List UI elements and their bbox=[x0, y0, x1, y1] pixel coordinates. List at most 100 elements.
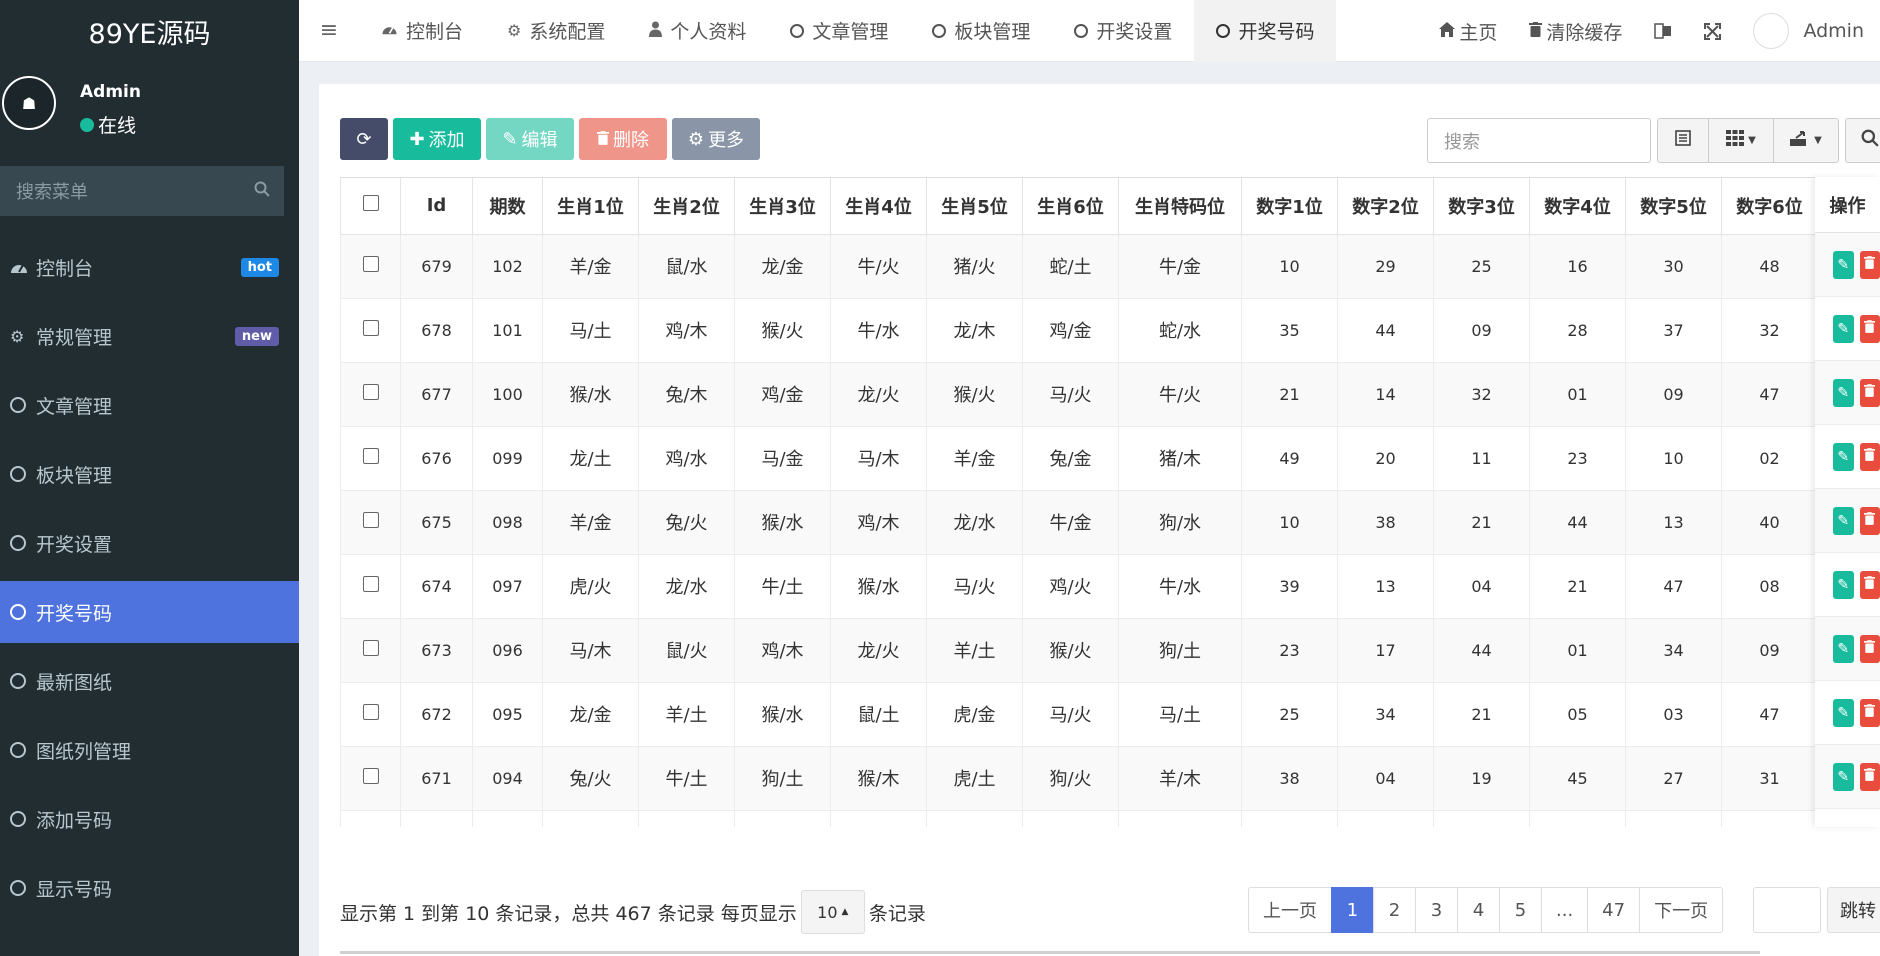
column-header[interactable]: 数字3位 bbox=[1433, 178, 1530, 235]
sidebar-search-input[interactable]: 搜索菜单 bbox=[0, 166, 284, 216]
row-delete-button[interactable] bbox=[1859, 314, 1880, 343]
row-checkbox[interactable] bbox=[362, 575, 379, 592]
page-button[interactable]: 3 bbox=[1415, 887, 1458, 933]
page-size-select[interactable]: 10 ▲ bbox=[800, 890, 865, 934]
column-header[interactable]: 数字6位 bbox=[1721, 178, 1818, 235]
columns-dropdown-button[interactable]: ▼ bbox=[1708, 118, 1774, 163]
row-delete-button[interactable] bbox=[1859, 762, 1880, 791]
row-delete-button[interactable] bbox=[1859, 698, 1880, 727]
page-button[interactable]: 5 bbox=[1499, 887, 1542, 933]
column-header[interactable]: 生肖特码位 bbox=[1118, 178, 1242, 235]
sidebar-item-dashboard[interactable]: 控制台 hot bbox=[0, 236, 299, 298]
row-checkbox[interactable] bbox=[362, 511, 379, 528]
add-button[interactable]: ✚ 添加 bbox=[393, 118, 481, 160]
row-checkbox[interactable] bbox=[362, 447, 379, 464]
table-row[interactable]: 676 099 龙/土 鸡/水 马/金 马/木 羊/金 兔/金 猪/木 49 20 11 23 10 02 bbox=[340, 425, 1818, 491]
row-edit-button[interactable]: ✎ bbox=[1833, 378, 1854, 407]
row-delete-button[interactable] bbox=[1859, 570, 1880, 599]
row-edit-button[interactable]: ✎ bbox=[1833, 250, 1854, 279]
row-select-cell[interactable] bbox=[340, 617, 401, 683]
row-checkbox[interactable] bbox=[362, 319, 379, 336]
column-header[interactable]: Id bbox=[400, 178, 473, 235]
row-delete-button[interactable] bbox=[1859, 378, 1880, 407]
sidebar-item-latest-drawings[interactable]: 最新图纸 bbox=[0, 650, 299, 712]
sidebar-item-sections[interactable]: 板块管理 bbox=[0, 443, 299, 505]
row-checkbox[interactable] bbox=[362, 255, 379, 272]
advanced-search-button[interactable] bbox=[1845, 118, 1880, 163]
sidebar-item-drawing-columns[interactable]: 图纸列管理 bbox=[0, 719, 299, 781]
column-header[interactable]: 数字5位 bbox=[1625, 178, 1722, 235]
data-table-wrapper[interactable]: Id 期数 生肖1位 生肖2位 生肖3位 生肖4位 生肖5位 生肖6位 生肖特码… bbox=[340, 177, 1880, 827]
column-header[interactable]: 期数 bbox=[472, 178, 543, 235]
column-header[interactable]: 数字1位 bbox=[1241, 178, 1338, 235]
user-menu[interactable]: Admin bbox=[1737, 13, 1880, 49]
export-dropdown-button[interactable]: ▼ bbox=[1773, 118, 1839, 163]
table-search-input[interactable]: 搜索 bbox=[1427, 118, 1651, 163]
edit-button[interactable]: ✎ 编辑 bbox=[486, 118, 574, 160]
next-page-button[interactable]: 下一页 bbox=[1639, 887, 1724, 933]
row-edit-button[interactable]: ✎ bbox=[1833, 442, 1854, 471]
row-select-cell[interactable] bbox=[340, 233, 401, 299]
row-checkbox[interactable] bbox=[362, 767, 379, 784]
table-row[interactable]: 679 102 羊/金 鼠/水 龙/金 牛/火 猪/火 蛇/土 牛/金 10 29 25 16 30 48 bbox=[340, 233, 1818, 299]
row-edit-button[interactable]: ✎ bbox=[1833, 762, 1854, 791]
sidebar-item-show-numbers[interactable]: 显示号码 bbox=[0, 857, 299, 919]
sidebar-item-articles[interactable]: 文章管理 bbox=[0, 374, 299, 436]
more-button[interactable]: ⚙ 更多 bbox=[672, 118, 760, 160]
row-checkbox[interactable] bbox=[362, 383, 379, 400]
fullscreen-icon[interactable] bbox=[1688, 22, 1737, 40]
row-edit-button[interactable]: ✎ bbox=[1833, 506, 1854, 535]
refresh-button[interactable]: ⟳ bbox=[340, 118, 388, 160]
table-row[interactable]: 673 096 马/木 鼠/火 鸡/木 龙/火 羊/土 猴/火 狗/土 23 17 44 01 34 09 bbox=[340, 617, 1818, 683]
row-edit-button[interactable]: ✎ bbox=[1833, 314, 1854, 343]
row-select-cell[interactable] bbox=[340, 681, 401, 747]
tab-sections[interactable]: 板块管理 bbox=[910, 0, 1052, 62]
table-row[interactable]: 677 100 猴/水 兔/木 鸡/金 龙/火 猴/火 马/火 牛/火 21 14 32 01 09 47 bbox=[340, 361, 1818, 427]
row-delete-button[interactable] bbox=[1859, 442, 1880, 471]
sidebar-item-draw-settings[interactable]: 开奖设置 bbox=[0, 512, 299, 574]
language-toggle-icon[interactable] bbox=[1638, 23, 1688, 39]
delete-button[interactable]: 删除 bbox=[579, 118, 667, 160]
row-select-cell[interactable] bbox=[340, 297, 401, 363]
column-header[interactable]: 生肖4位 bbox=[830, 178, 927, 235]
row-select-cell[interactable] bbox=[340, 361, 401, 427]
select-all-checkbox[interactable] bbox=[362, 195, 379, 212]
clear-cache-button[interactable]: 清除缓存 bbox=[1513, 18, 1638, 45]
page-button[interactable]: 2 bbox=[1373, 887, 1416, 933]
table-row[interactable]: 671 094 兔/火 牛/土 狗/土 猴/木 虎/土 狗/火 羊/木 38 04 19 45 27 31 bbox=[340, 745, 1818, 811]
tab-draw-settings[interactable]: 开奖设置 bbox=[1052, 0, 1194, 62]
tab-draw-numbers[interactable]: 开奖号码 bbox=[1194, 0, 1337, 62]
column-header[interactable]: 生肖1位 bbox=[542, 178, 639, 235]
sidebar-item-add-number[interactable]: 添加号码 bbox=[0, 788, 299, 850]
tab-articles[interactable]: 文章管理 bbox=[768, 0, 910, 62]
tab-dashboard[interactable]: 控制台 bbox=[359, 0, 485, 62]
page-button[interactable]: 47 bbox=[1587, 887, 1641, 933]
column-header[interactable]: 数字4位 bbox=[1529, 178, 1626, 235]
prev-page-button[interactable]: 上一页 bbox=[1248, 887, 1332, 933]
row-edit-button[interactable]: ✎ bbox=[1833, 698, 1854, 727]
hamburger-menu-icon[interactable]: ≡ bbox=[299, 18, 359, 43]
toggle-view-button[interactable] bbox=[1657, 118, 1709, 163]
page-jump-input[interactable] bbox=[1753, 887, 1821, 933]
row-select-cell[interactable] bbox=[340, 553, 401, 619]
row-edit-button[interactable]: ✎ bbox=[1833, 634, 1854, 663]
sidebar-item-general[interactable]: ⚙ 常规管理 new bbox=[0, 305, 299, 367]
row-select-cell[interactable] bbox=[340, 489, 401, 555]
row-delete-button[interactable] bbox=[1859, 506, 1880, 535]
row-edit-button[interactable]: ✎ bbox=[1833, 570, 1854, 599]
row-delete-button[interactable] bbox=[1859, 826, 1880, 827]
brand-logo[interactable]: 89YE源码 bbox=[0, 0, 299, 62]
column-header[interactable]: 数字2位 bbox=[1337, 178, 1434, 235]
search-icon[interactable] bbox=[254, 181, 270, 202]
select-all-cell[interactable] bbox=[340, 178, 401, 235]
table-row[interactable]: 674 097 虎/火 龙/水 牛/土 猴/水 马/火 鸡/火 牛/水 39 13 04 21 47 08 bbox=[340, 553, 1818, 619]
row-select-cell[interactable] bbox=[340, 745, 401, 811]
table-row[interactable]: 672 095 龙/金 羊/土 猴/水 鼠/土 虎/金 马/火 马/土 25 34 21 05 03 47 bbox=[340, 681, 1818, 747]
home-link[interactable]: 主页 bbox=[1423, 18, 1513, 45]
column-header[interactable]: 生肖3位 bbox=[734, 178, 831, 235]
column-header[interactable]: 生肖6位 bbox=[1022, 178, 1119, 235]
row-checkbox[interactable] bbox=[362, 639, 379, 656]
page-jump-button[interactable]: 跳转 bbox=[1827, 887, 1880, 933]
table-row[interactable]: 669093羊/金蛇/土鸡/火鸡/金马/土狗/土马/木104808323519 bbox=[340, 809, 1818, 827]
table-row[interactable]: 675 098 羊/金 兔/火 猴/水 鸡/木 龙/水 牛/金 狗/水 10 38 21 44 13 40 bbox=[340, 489, 1818, 555]
